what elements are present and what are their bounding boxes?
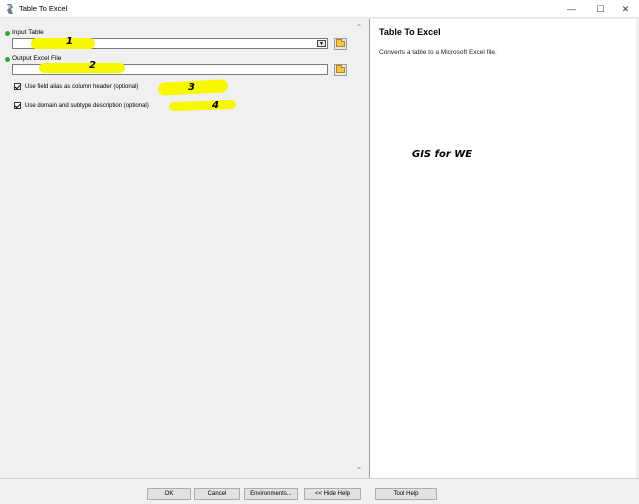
help-title: Table To Excel (379, 27, 441, 37)
output-file-label: Output Excel File (12, 55, 62, 62)
highlight-2 (39, 63, 125, 73)
parameters-pane: Input Table ▼ 1 Output Excel File 2 Use … (0, 19, 364, 478)
browse-output-file-button[interactable] (334, 64, 347, 76)
close-icon: ✕ (621, 3, 630, 14)
watermark-text: GIS for WE (412, 149, 473, 160)
ok-button[interactable]: OK (147, 488, 191, 500)
help-description: Converts a table to a Microsoft Excel fi… (379, 49, 497, 56)
close-button[interactable]: ✕ (612, 0, 639, 18)
highlight-4 (168, 99, 237, 112)
required-indicator-icon (5, 57, 10, 62)
annotation-number-1: 1 (66, 36, 73, 47)
browse-input-table-button[interactable] (334, 38, 347, 50)
domain-checkbox-label: Use domain and subtype description (opti… (25, 102, 149, 109)
tool-help-button[interactable]: Tool Help (375, 488, 437, 500)
domain-checkbox-row[interactable]: Use domain and subtype description (opti… (14, 102, 149, 109)
alias-checkbox-row[interactable]: Use field alias as column header (option… (14, 83, 138, 90)
cancel-button[interactable]: Cancel (194, 488, 240, 500)
annotation-number-4: 4 (212, 100, 219, 111)
parameters-scrollbar[interactable]: ⌃ ⌄ (353, 19, 365, 478)
hide-help-button[interactable]: << Hide Help (304, 488, 361, 500)
scroll-down-arrow-icon[interactable]: ⌄ (353, 460, 365, 472)
environments-button[interactable]: Environments... (244, 488, 298, 500)
scroll-up-arrow-icon[interactable]: ⌃ (353, 21, 365, 33)
folder-icon (336, 65, 345, 73)
title-bar: Table To Excel — ☐ ✕ (0, 0, 639, 18)
input-table-label: Input Table (12, 29, 44, 36)
help-pane: Table To Excel Converts a table to a Mic… (369, 19, 636, 478)
annotation-number-2: 2 (89, 60, 96, 71)
button-bar: OK Cancel Environments... << Hide Help T… (0, 478, 639, 504)
annotation-number-3: 3 (188, 82, 195, 93)
minimize-icon: — (567, 4, 576, 14)
maximize-button[interactable]: ☐ (587, 0, 614, 18)
domain-checkbox[interactable] (14, 102, 21, 109)
arcgis-tool-icon (7, 4, 13, 14)
tool-dialog-window: Table To Excel — ☐ ✕ Input Table ▼ 1 Out… (0, 0, 639, 504)
alias-checkbox-label: Use field alias as column header (option… (25, 83, 139, 90)
required-indicator-icon (5, 31, 10, 36)
alias-checkbox[interactable] (14, 83, 21, 90)
maximize-icon: ☐ (596, 3, 605, 14)
folder-icon (336, 39, 345, 47)
window-title: Table To Excel (19, 4, 68, 13)
highlight-1 (31, 38, 95, 49)
chevron-down-icon[interactable]: ▼ (317, 40, 326, 47)
minimize-button[interactable]: — (558, 0, 585, 18)
